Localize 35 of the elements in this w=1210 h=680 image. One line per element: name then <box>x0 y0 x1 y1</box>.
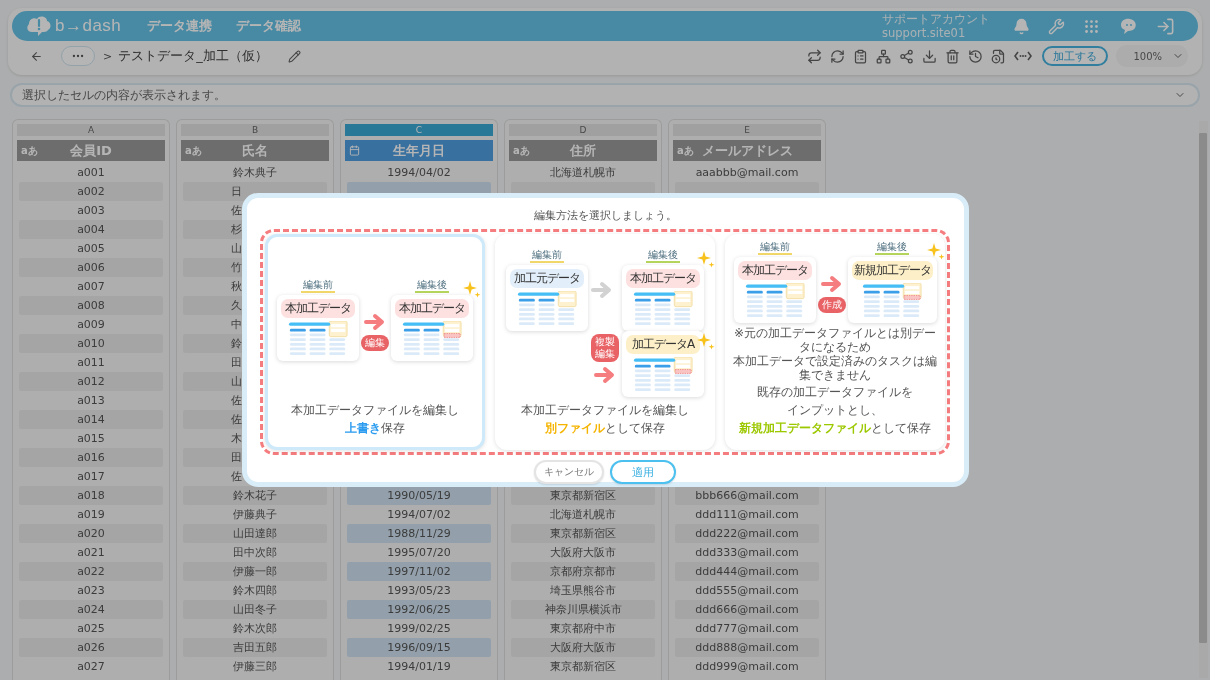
column-name: 生年月日 <box>393 141 445 160</box>
file-label: 本加工データ <box>626 269 700 288</box>
step-label: 編集後 <box>415 279 449 293</box>
type-label: aあ <box>21 143 38 158</box>
breadcrumb-separator: > <box>103 49 113 63</box>
step-label: 編集前 <box>530 249 564 263</box>
column-name: 会員ID <box>70 141 112 160</box>
file-label: 本加工データ <box>395 299 469 318</box>
file-name: テストデータ_加工（仮） <box>118 47 268 65</box>
file-label: 本加工データ <box>281 299 355 318</box>
column-name: 住所 <box>570 141 596 160</box>
option-caption: 本加工データファイルを編集し 別ファイルとして保存 <box>521 402 689 437</box>
step-label: 編集前 <box>301 279 335 293</box>
dialog-title: 編集方法を選択しましょう。 <box>533 208 677 223</box>
file-label: 加工元データ <box>510 269 584 288</box>
action-label: 作成 <box>817 296 846 313</box>
type-label: aあ <box>677 143 694 158</box>
option-caption: 本加工データファイルを編集し 上書き保存 <box>291 402 459 437</box>
logo-text: b→dash <box>55 16 122 36</box>
account-id: support.site01 <box>882 26 967 40</box>
type-label: aあ <box>513 143 530 158</box>
file-label: 本加工データ <box>737 260 812 280</box>
option-caption: 既存の加工データファイルを インプットとし、 新規加工データファイルとして保存 <box>739 384 931 437</box>
option-note: ※元の加工データファイルとは別データになるため 本加工データで設定済みのタスクは編集できません <box>732 325 938 382</box>
type-label: aあ <box>185 143 202 158</box>
file-label: 加工データA <box>626 335 700 354</box>
action-label: 編集 <box>361 335 389 351</box>
file-label: 新規加工データ <box>851 260 933 280</box>
step-label: 編集前 <box>757 240 792 255</box>
step-label: 編集後 <box>875 240 909 255</box>
column-name: メールアドレス <box>701 141 793 160</box>
column-name: 氏名 <box>242 141 268 160</box>
step-label: 編集後 <box>646 249 680 263</box>
account-name: サポートアカウント <box>882 12 990 26</box>
action-label: 複製 編集 <box>591 334 619 362</box>
